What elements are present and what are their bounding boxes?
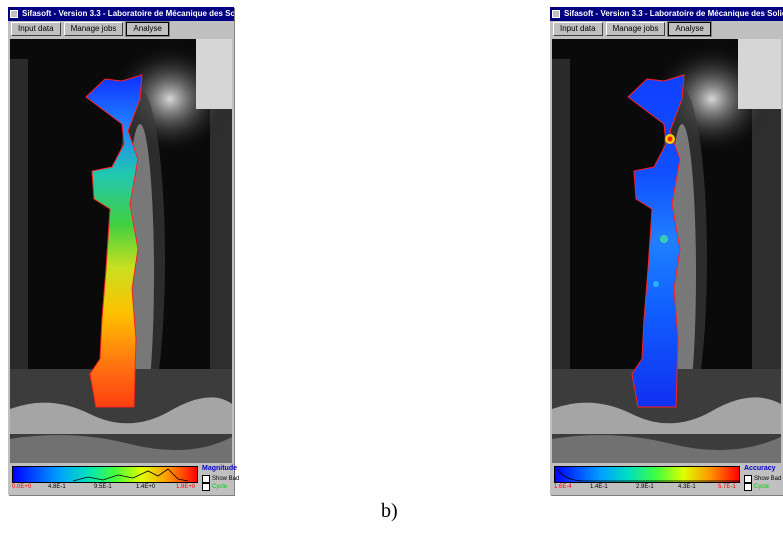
tick-label: 1.4E+0: [136, 484, 156, 490]
legend-panel: 1.6E-4 1.4E-1 2.9E-1 4.3E-1 5.7E-1 Accur…: [552, 465, 781, 493]
colorbar-ticks: 1.6E-4 1.4E-1 2.9E-1 4.3E-1 5.7E-1: [554, 483, 740, 493]
tick-label: 5.7E-1: [718, 484, 736, 490]
show-bad-label: Show Bad: [754, 476, 782, 482]
legend-panel: 0.0E+0 4.8E-1 9.5E-1 1.4E+0 1.9E+0 Magni…: [10, 465, 239, 493]
analyse-button[interactable]: Analyse: [125, 21, 170, 37]
tick-label: 4.3E-1: [678, 484, 696, 490]
legend-title: Magnitude: [202, 465, 237, 472]
cycle-label: Cycle: [212, 484, 228, 490]
cycle-label: Cycle: [754, 484, 770, 490]
menu-bar: Input data Manage jobs Analyse: [8, 21, 234, 37]
manage-jobs-button[interactable]: Manage jobs: [605, 22, 666, 36]
system-menu-icon[interactable]: [10, 10, 18, 18]
analyse-button[interactable]: Analyse: [667, 21, 712, 37]
input-data-button[interactable]: Input data: [11, 22, 61, 36]
specimen-image: [552, 39, 781, 463]
show-bad-checkbox[interactable]: Show Bad: [202, 475, 239, 483]
tick-label: 1.9E+0: [176, 484, 196, 490]
checkbox-box[interactable]: [744, 475, 752, 483]
checkbox-box[interactable]: [202, 475, 210, 483]
checkbox-box[interactable]: [202, 483, 210, 491]
show-bad-checkbox[interactable]: Show Bad: [744, 475, 781, 483]
specimen-image: [10, 39, 232, 463]
checkbox-box[interactable]: [744, 483, 752, 491]
tick-label: 0.0E+0: [12, 484, 32, 490]
manage-jobs-button[interactable]: Manage jobs: [63, 22, 124, 36]
title-bar: Sifasoft - Version 3.3 - Laboratoire de …: [550, 7, 783, 21]
cycle-checkbox[interactable]: Cycle: [744, 483, 769, 491]
input-data-button[interactable]: Input data: [553, 22, 603, 36]
tick-label: 1.4E-1: [590, 484, 608, 490]
tick-label: 1.6E-4: [554, 484, 572, 490]
tick-label: 4.8E-1: [48, 484, 66, 490]
colorbar: [554, 466, 740, 483]
cycle-checkbox[interactable]: Cycle: [202, 483, 227, 491]
left-application-window: Sifasoft - Version 3.3 - Laboratoire de …: [8, 7, 239, 495]
show-bad-label: Show Bad: [212, 476, 240, 482]
title-bar: Sifasoft - Version 3.3 - Laboratoire de …: [8, 7, 234, 21]
tick-label: 9.5E-1: [94, 484, 112, 490]
window-title: Sifasoft - Version 3.3 - Laboratoire de …: [22, 9, 234, 18]
accuracy-field-view: [552, 39, 781, 463]
colorbar: [12, 466, 198, 483]
figure-caption: b): [381, 500, 398, 522]
menu-bar: Input data Manage jobs Analyse: [550, 21, 783, 37]
colorbar-ticks: 0.0E+0 4.8E-1 9.5E-1 1.4E+0 1.9E+0: [12, 483, 198, 493]
magnitude-field-view: [10, 39, 232, 463]
legend-title: Accuracy: [744, 465, 776, 472]
right-application-window: Sifasoft - Version 3.3 - Laboratoire de …: [550, 7, 783, 495]
system-menu-icon[interactable]: [552, 10, 560, 18]
window-title: Sifasoft - Version 3.3 - Laboratoire de …: [564, 9, 783, 18]
tick-label: 2.9E-1: [636, 484, 654, 490]
